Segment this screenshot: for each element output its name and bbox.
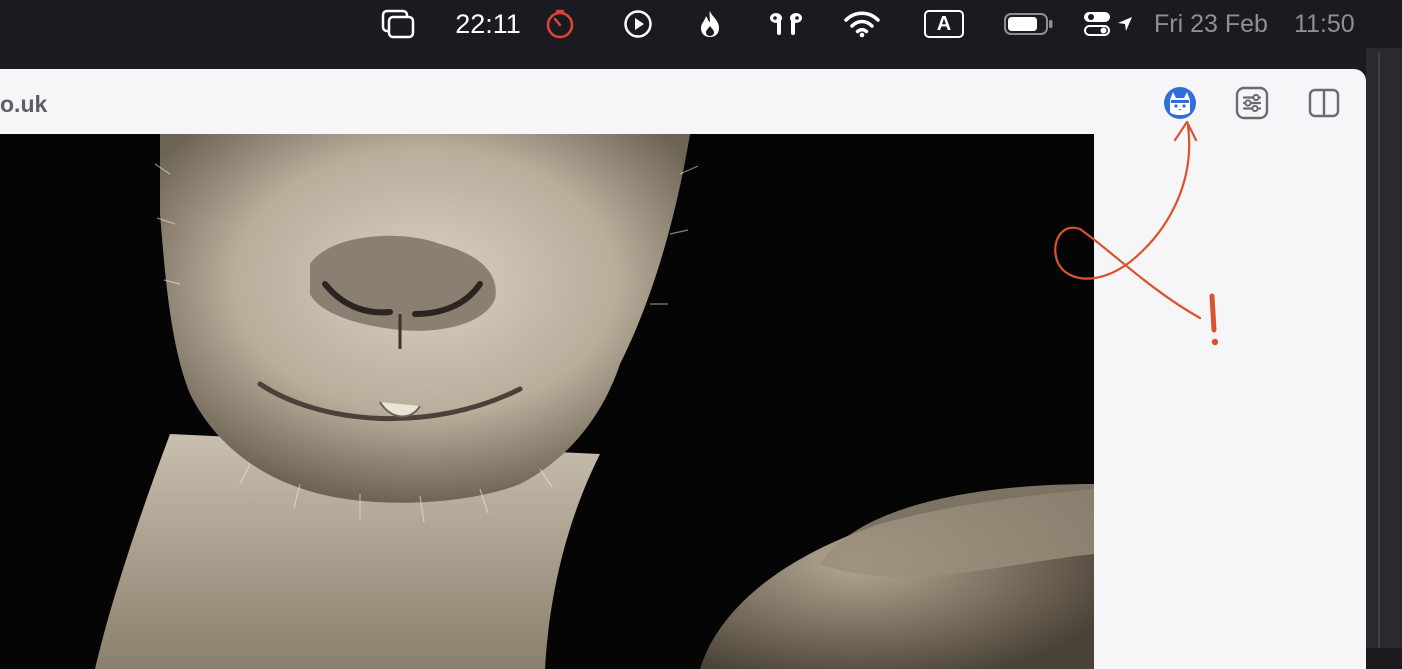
window-stack-icon[interactable] xyxy=(378,0,418,48)
date-text[interactable]: Fri 23 Feb xyxy=(1154,0,1282,48)
menu-bar: 22:11 A Fri 23 Feb 11:50 xyxy=(0,0,1402,48)
timer-text[interactable]: 22:11 xyxy=(452,0,524,48)
flame-icon[interactable] xyxy=(692,0,728,48)
page-settings-button[interactable] xyxy=(1234,85,1270,121)
browser-window: o.uk xyxy=(0,69,1366,669)
battery-icon[interactable] xyxy=(1002,0,1056,48)
clock-text[interactable]: 11:50 xyxy=(1294,0,1370,48)
input-source-icon[interactable]: A xyxy=(920,0,968,48)
desktop-background xyxy=(1366,48,1402,648)
extension-avatar-icon xyxy=(1164,87,1196,119)
background-window-edge xyxy=(1378,52,1380,648)
play-icon[interactable] xyxy=(620,0,656,48)
alpaca-photo xyxy=(0,134,1094,669)
page-settings-icon xyxy=(1235,86,1269,120)
wifi-icon[interactable] xyxy=(842,0,882,48)
location-arrow-icon xyxy=(1114,0,1136,48)
extension-button[interactable] xyxy=(1162,85,1198,121)
control-center-icon[interactable] xyxy=(1080,0,1114,48)
sidebar-toggle-icon xyxy=(1308,88,1340,118)
input-source-label: A xyxy=(924,10,964,38)
airpods-icon[interactable] xyxy=(766,0,806,48)
sidebar-toggle-button[interactable] xyxy=(1306,85,1342,121)
timer-icon[interactable] xyxy=(542,0,578,48)
address-bar-url[interactable]: o.uk xyxy=(0,91,47,118)
